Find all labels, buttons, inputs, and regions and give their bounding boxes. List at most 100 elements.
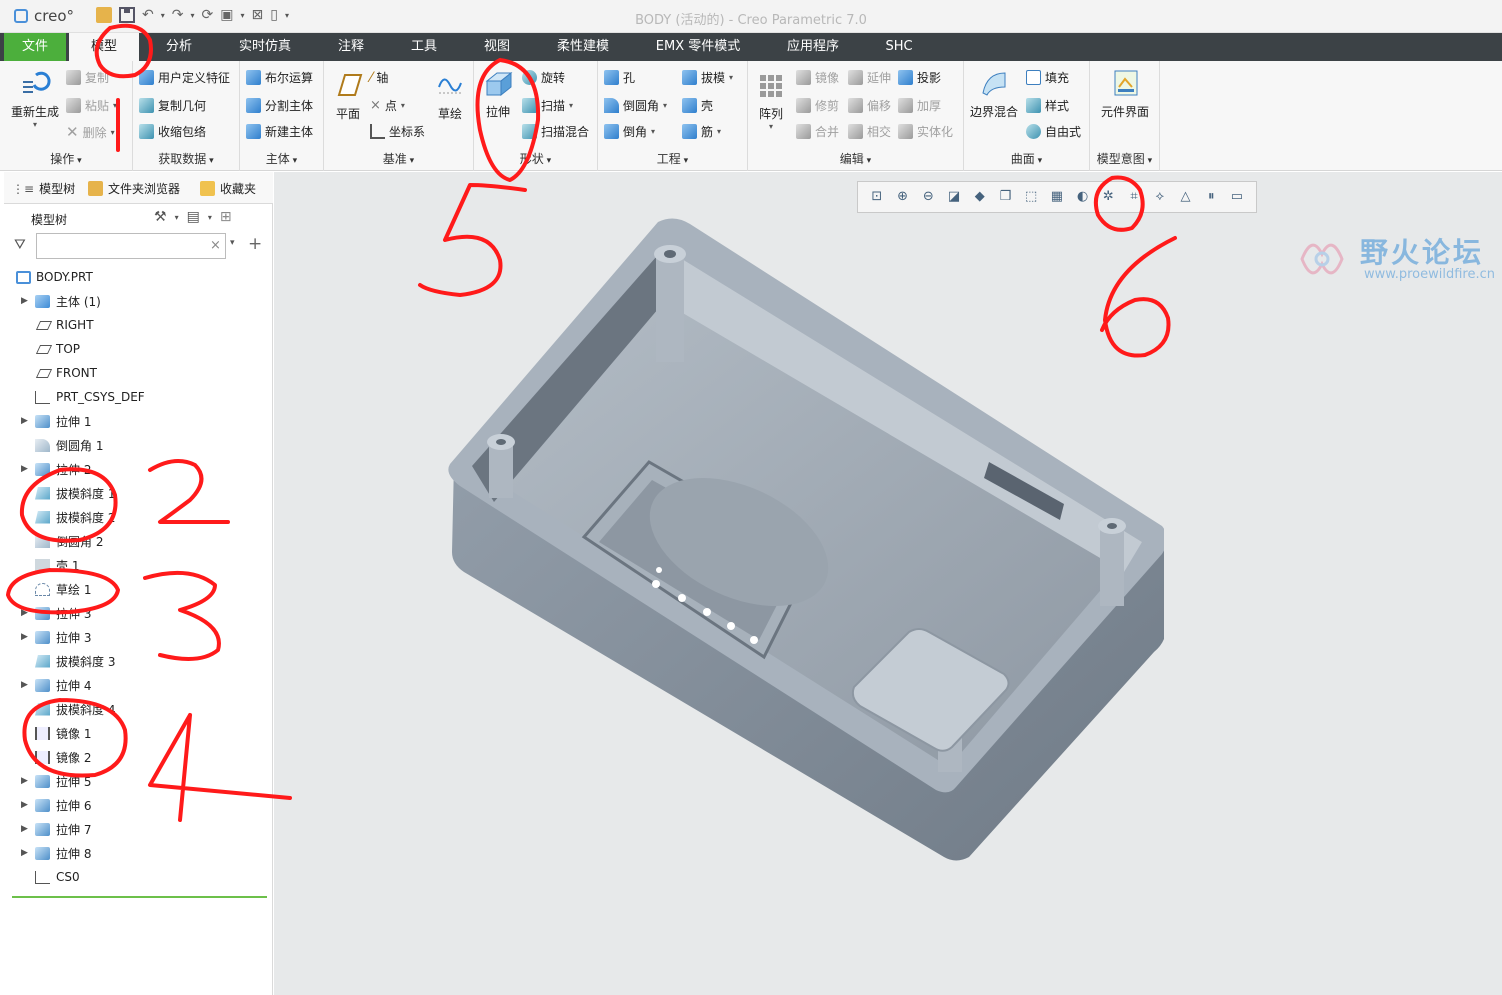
zoom-out-icon[interactable]: ⊖ bbox=[920, 189, 936, 205]
section-icon[interactable]: ◐ bbox=[1075, 189, 1091, 205]
regenerate-dropdown-icon[interactable]: ▾ bbox=[8, 120, 62, 129]
chamfer-button[interactable]: 倒角 ▾ bbox=[604, 123, 655, 140]
tab-model[interactable]: 模型 bbox=[69, 33, 139, 61]
expand-arrow-icon[interactable]: ▶ bbox=[21, 848, 28, 858]
search-dropdown-icon[interactable]: ▾ bbox=[230, 238, 235, 248]
group-label-engineering[interactable]: 工程 bbox=[598, 150, 747, 167]
tree-item[interactable]: PRT_CSYS_DEF bbox=[4, 385, 273, 409]
redo-dropdown-icon[interactable]: ▾ bbox=[190, 11, 194, 20]
tree-search-input[interactable] bbox=[36, 233, 226, 259]
tree-filter-grid-icon[interactable]: ⊞ bbox=[220, 209, 232, 225]
tree-item[interactable]: RIGHT bbox=[4, 313, 273, 337]
tree-item[interactable]: ▶ 拉伸 6 bbox=[4, 793, 273, 817]
expand-arrow-icon[interactable]: ▶ bbox=[21, 608, 28, 618]
tree-item[interactable]: ▶ 拉伸 1 bbox=[4, 409, 273, 433]
repaint-icon[interactable]: ◪ bbox=[946, 189, 962, 205]
clear-search-icon[interactable]: × bbox=[210, 238, 221, 253]
sweep-button[interactable]: 扫描 ▾ bbox=[522, 97, 573, 114]
new-file-icon[interactable]: ▯ bbox=[270, 7, 278, 23]
trim-button[interactable]: 修剪 bbox=[796, 97, 839, 114]
close-window-icon[interactable]: ⊠ bbox=[251, 7, 263, 23]
pattern-dropdown-icon[interactable]: ▾ bbox=[754, 122, 788, 131]
chamfer-dropdown-icon[interactable]: ▾ bbox=[651, 127, 655, 136]
merge-button[interactable]: 合并 bbox=[796, 123, 839, 140]
round-dropdown-icon[interactable]: ▾ bbox=[663, 101, 667, 110]
tree-item[interactable]: ▶ 拉伸 8 bbox=[4, 841, 273, 865]
tab-file[interactable]: 文件 bbox=[4, 33, 66, 61]
tab-emx[interactable]: EMX 零件模式 bbox=[643, 33, 753, 61]
filter-icon[interactable]: ⛛ bbox=[14, 237, 26, 253]
annotations-icon[interactable]: △ bbox=[1177, 189, 1193, 205]
tab-applications[interactable]: 应用程序 bbox=[773, 33, 853, 61]
tree-item[interactable]: 拔模斜度 3 bbox=[4, 649, 273, 673]
component-interface-button[interactable]: 元件界面 bbox=[1094, 67, 1156, 120]
hole-button[interactable]: 孔 bbox=[604, 69, 635, 86]
extrude-button[interactable]: 拉伸 bbox=[478, 67, 518, 120]
boundary-blend-button[interactable]: 边界混合 bbox=[968, 67, 1020, 120]
tree-item[interactable]: 镜像 2 bbox=[4, 745, 273, 769]
save-icon[interactable] bbox=[119, 7, 135, 23]
expand-arrow-icon[interactable]: ▶ bbox=[21, 296, 28, 306]
appearance-icon[interactable]: ▭ bbox=[1229, 189, 1245, 205]
undo-icon[interactable]: ↶ bbox=[142, 7, 154, 23]
fill-button[interactable]: 填充 bbox=[1026, 69, 1069, 86]
tree-item[interactable]: BODY.PRT bbox=[4, 265, 273, 289]
regenerate-button[interactable]: 重新生成 ▾ bbox=[8, 67, 62, 129]
tree-item[interactable]: 拔模斜度 1 bbox=[4, 481, 273, 505]
project-button[interactable]: 投影 bbox=[898, 69, 941, 86]
point-button[interactable]: × 点 ▾ bbox=[370, 97, 405, 114]
expand-arrow-icon[interactable]: ▶ bbox=[21, 776, 28, 786]
intersect-button[interactable]: 相交 bbox=[848, 123, 891, 140]
perspective-icon[interactable]: ▦ bbox=[1049, 189, 1065, 205]
tree-item[interactable]: ▶ 拉伸 3 bbox=[4, 601, 273, 625]
expand-arrow-icon[interactable]: ▶ bbox=[21, 680, 28, 690]
expand-arrow-icon[interactable]: ▶ bbox=[21, 800, 28, 810]
customize-qat-icon[interactable]: ▾ bbox=[285, 11, 289, 20]
tree-item[interactable]: ▶ 拉伸 7 bbox=[4, 817, 273, 841]
mirror-button[interactable]: 镜像 bbox=[796, 69, 839, 86]
plane-button[interactable]: 平面 bbox=[330, 69, 366, 122]
nav-tab-folder-browser[interactable]: 文件夹浏览器 bbox=[88, 180, 180, 197]
windows-dropdown-icon[interactable]: ▾ bbox=[240, 11, 244, 20]
solidify-button[interactable]: 实体化 bbox=[898, 123, 953, 140]
tab-simulation[interactable]: 实时仿真 bbox=[224, 33, 306, 61]
display-style-icon[interactable]: ◆ bbox=[972, 189, 988, 205]
nav-tab-favorites[interactable]: 收藏夹 bbox=[200, 180, 256, 197]
part-model[interactable] bbox=[424, 212, 1164, 862]
expand-arrow-icon[interactable]: ▶ bbox=[21, 464, 28, 474]
sketch-button[interactable]: 草绘 bbox=[432, 69, 468, 122]
new-body-button[interactable]: 新建主体 bbox=[246, 123, 313, 140]
tab-shc[interactable]: SHC bbox=[873, 33, 925, 61]
tree-item[interactable]: 镜像 1 bbox=[4, 721, 273, 745]
pause-icon[interactable]: ⏸ bbox=[1203, 189, 1219, 205]
group-label-surfaces[interactable]: 曲面 bbox=[964, 150, 1089, 167]
tree-item[interactable]: 拔模斜度 4 bbox=[4, 697, 273, 721]
tree-show-dropdown-icon[interactable]: ▾ bbox=[208, 213, 212, 222]
group-label-body[interactable]: 主体 bbox=[240, 150, 323, 167]
csys-button[interactable]: 坐标系 bbox=[370, 123, 425, 140]
group-label-get-data[interactable]: 获取数据 bbox=[133, 150, 239, 167]
draft-button[interactable]: 拔模 ▾ bbox=[682, 69, 733, 86]
redo-icon[interactable]: ↷ bbox=[172, 7, 184, 23]
thicken-button[interactable]: 加厚 bbox=[898, 97, 941, 114]
tab-analysis[interactable]: 分析 bbox=[150, 33, 208, 61]
shrinkwrap-button[interactable]: 收缩包络 bbox=[139, 123, 206, 140]
tree-item[interactable]: ▶ 拉伸 4 bbox=[4, 673, 273, 697]
tab-flexible-modeling[interactable]: 柔性建模 bbox=[543, 33, 623, 61]
tree-item[interactable]: 倒圆角 2 bbox=[4, 529, 273, 553]
open-icon[interactable] bbox=[96, 7, 112, 23]
paste-button[interactable]: 粘贴 ▾ bbox=[66, 97, 117, 114]
tree-item[interactable]: ▶ 主体 (1) bbox=[4, 289, 273, 313]
annotation-display-icon[interactable]: ⌗ bbox=[1126, 189, 1142, 205]
expand-arrow-icon[interactable]: ▶ bbox=[21, 824, 28, 834]
tree-item[interactable]: 壳 1 bbox=[4, 553, 273, 577]
pattern-button[interactable]: 阵列 ▾ bbox=[754, 69, 788, 131]
tree-item[interactable]: ▶ 拉伸 5 bbox=[4, 769, 273, 793]
tree-item[interactable]: FRONT bbox=[4, 361, 273, 385]
add-icon[interactable]: + bbox=[248, 234, 262, 254]
tree-item[interactable]: 倒圆角 1 bbox=[4, 433, 273, 457]
boolean-button[interactable]: 布尔运算 bbox=[246, 69, 313, 86]
group-label-datum[interactable]: 基准 bbox=[324, 150, 473, 167]
graphics-viewport[interactable]: ⊡ ⊕ ⊖ ◪ ◆ ❒ ⬚ ▦ ◐ ✲ ⌗ ⟡ △ ⏸ ▭ 野火论坛 www.p… bbox=[274, 172, 1502, 995]
group-label-model-intent[interactable]: 模型意图 bbox=[1090, 150, 1159, 167]
